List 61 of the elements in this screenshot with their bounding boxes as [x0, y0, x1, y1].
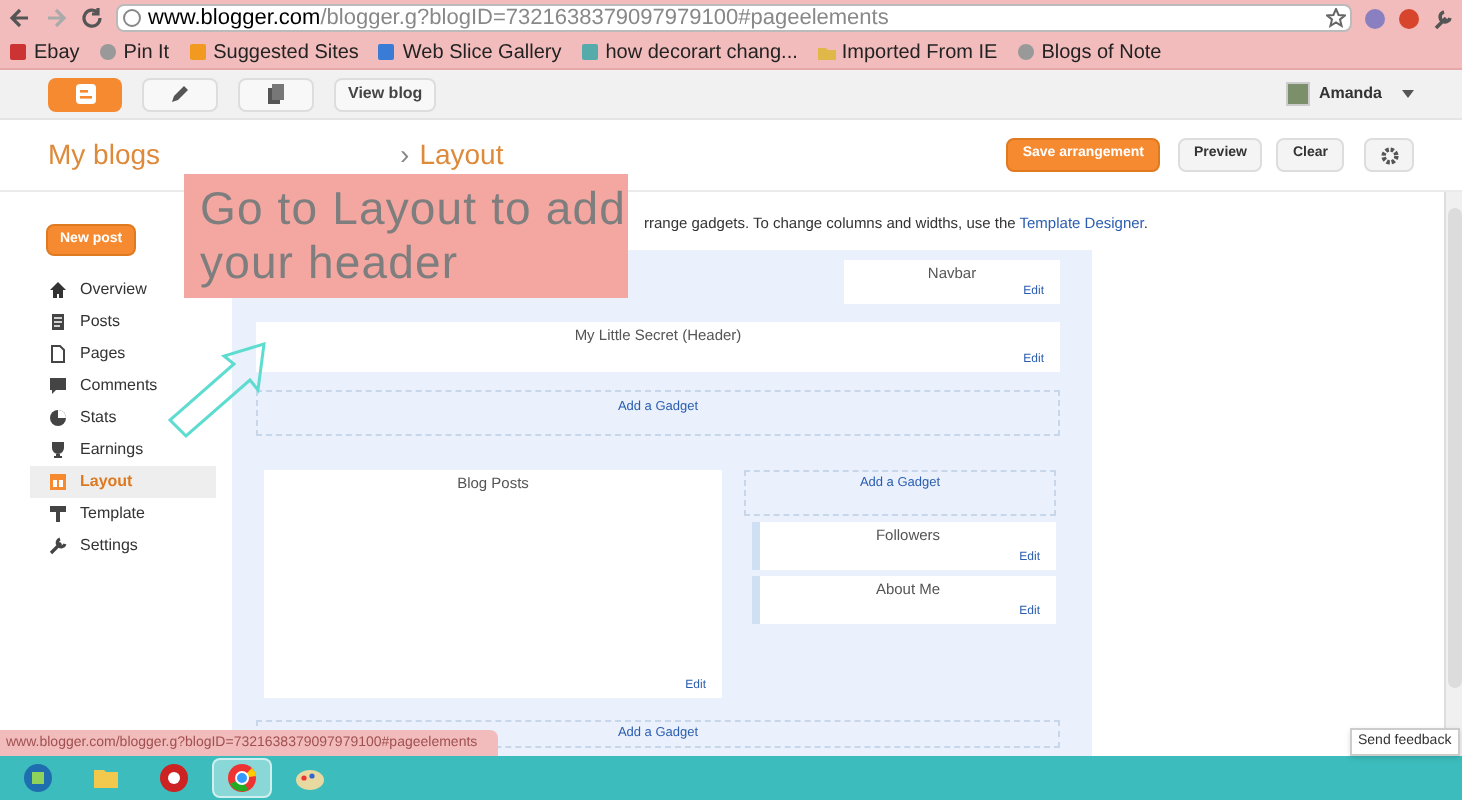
- bookmark[interactable]: Suggested Sites: [187, 37, 359, 67]
- settings-button[interactable]: [1364, 138, 1414, 172]
- sidebar-item[interactable]: Stats: [30, 402, 125, 434]
- sidebar-item[interactable]: Earnings: [30, 434, 152, 466]
- breadcrumb-separator: ›: [400, 136, 410, 174]
- bookmark[interactable]: how decorart chang...: [579, 37, 798, 67]
- annotation-tape: Go to Layout to add your header: [184, 174, 628, 298]
- extension-icon[interactable]: [1364, 7, 1386, 29]
- extension-icon[interactable]: [1398, 7, 1420, 29]
- bookmark-icon: [8, 42, 28, 62]
- bookmark[interactable]: Pin It: [97, 37, 170, 67]
- browser-icon: [226, 762, 258, 794]
- reload-icon[interactable]: [80, 6, 104, 30]
- sidebar-item[interactable]: Posts: [30, 306, 129, 338]
- speech-bubble-icon: [48, 376, 68, 396]
- bookmark-icon: [1015, 42, 1036, 62]
- bookmark-icon: [376, 42, 397, 62]
- sidebar-item[interactable]: Pages: [30, 338, 134, 370]
- breadcrumb-current: Layout: [419, 136, 504, 174]
- view-blog-button[interactable]: View blog: [334, 77, 437, 111]
- pencil-icon: [170, 84, 190, 104]
- document-icon: [48, 312, 68, 332]
- wrench-icon[interactable]: [1432, 7, 1454, 29]
- pie-chart-icon: [48, 408, 68, 428]
- sidebar-item[interactable]: Comments: [30, 370, 166, 402]
- page-icon: [48, 344, 68, 364]
- paint-roller-icon: [48, 504, 68, 524]
- globe-icon: [122, 8, 142, 28]
- sidebar-item[interactable]: Overview: [30, 274, 155, 306]
- home-icon: [48, 280, 68, 300]
- bookmark[interactable]: Web Slice Gallery: [376, 37, 562, 67]
- avatar-placeholder: [1286, 82, 1311, 106]
- trophy-icon: [48, 440, 68, 460]
- dropdown-caret-icon[interactable]: [1402, 90, 1414, 98]
- bookmark-icon: [579, 42, 600, 62]
- sidebar-item[interactable]: Template: [30, 498, 153, 530]
- bookmark-icon: [187, 42, 208, 62]
- documents-icon: [266, 84, 286, 104]
- wrench-icon: [48, 536, 68, 556]
- layout-icon: [48, 472, 68, 492]
- blogger-button[interactable]: [48, 77, 122, 111]
- user-name[interactable]: Amanda: [1318, 82, 1382, 106]
- posts-list-button[interactable]: [238, 77, 314, 111]
- star-icon: [1326, 8, 1346, 28]
- sidebar-item[interactable]: Settings: [30, 530, 146, 562]
- scrollbar-thumb[interactable]: [1447, 208, 1461, 688]
- taskbar-button[interactable]: [212, 758, 272, 798]
- bookmark[interactable]: Ebay: [8, 37, 80, 67]
- bookmark[interactable]: Blogs of Note: [1015, 37, 1162, 67]
- gear-icon: [1379, 145, 1399, 165]
- blogger-logo-icon: [75, 84, 95, 104]
- bookmark-icon: [97, 42, 118, 62]
- windows-logo-icon: [22, 762, 54, 794]
- folder-icon: [815, 42, 836, 62]
- back-icon[interactable]: [8, 6, 32, 30]
- bookmark[interactable]: Imported From IE: [815, 37, 998, 67]
- address-bar[interactable]: www.blogger.com/blogger.g?blogID=7321638379097979100#pageelements: [116, 4, 1352, 32]
- edit-post-button[interactable]: [142, 77, 218, 111]
- app-icon: [158, 762, 190, 794]
- url-text: www.blogger.com/blogger.g?blogID=7321638379097979100#pageelements: [148, 7, 891, 29]
- arrow-drawing: [164, 340, 268, 440]
